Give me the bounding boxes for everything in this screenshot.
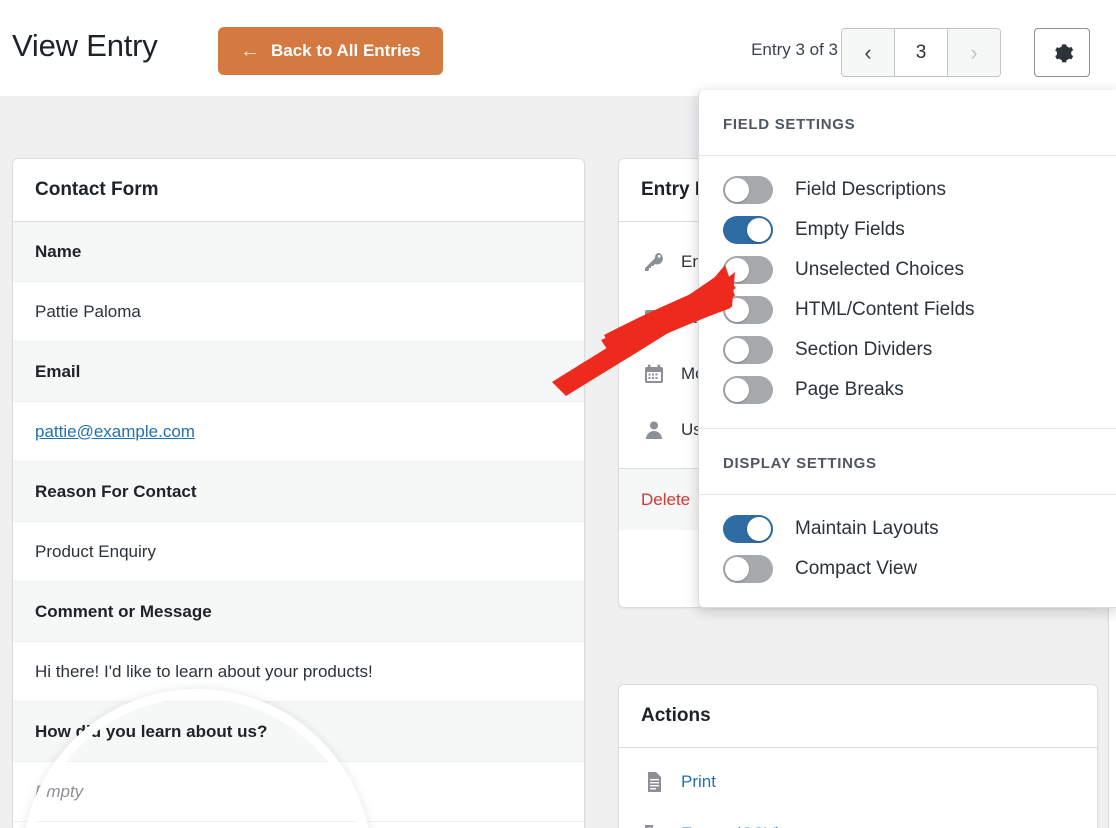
- toggle-maintain-layouts[interactable]: [723, 515, 773, 543]
- settings-gear-button[interactable]: [1034, 28, 1090, 77]
- barcode-icon: [641, 305, 667, 331]
- page-title: View Entry: [12, 28, 158, 64]
- toggle-label: Page Breaks: [795, 379, 904, 401]
- toggle-compact-view[interactable]: [723, 555, 773, 583]
- user-icon: [641, 417, 667, 443]
- display-settings-heading: DISPLAY SETTINGS: [699, 429, 1116, 495]
- entry-pagination: ‹ 3 ›: [841, 28, 1001, 77]
- field-label: Email: [13, 342, 584, 402]
- toggle-label: Compact View: [795, 558, 917, 580]
- field-label: Comment or Message: [13, 582, 584, 642]
- actions-card-header: Actions: [619, 685, 1097, 748]
- calendar-icon: [641, 361, 667, 387]
- export-icon: [641, 821, 667, 828]
- actions-card: Actions Print Export (CSV) Export (X: [618, 684, 1098, 828]
- toggle-section-dividers[interactable]: [723, 336, 773, 364]
- toggle-row-section-dividers[interactable]: Section Dividers: [699, 330, 1116, 370]
- field-value: Pattie Paloma: [13, 282, 584, 342]
- toggle-knob: [725, 178, 749, 202]
- entry-fields-card-header: Contact Form: [13, 159, 584, 222]
- field-settings-heading: FIELD SETTINGS: [699, 90, 1116, 156]
- action-label[interactable]: Export (CSV): [681, 824, 781, 828]
- toggle-row-compact-view[interactable]: Compact View: [699, 549, 1116, 589]
- toggle-knob: [725, 258, 749, 282]
- toggle-row-page-breaks[interactable]: Page Breaks: [699, 370, 1116, 410]
- toggle-row-empty-fields[interactable]: Empty Fields: [699, 210, 1116, 250]
- toggle-knob: [725, 557, 749, 581]
- toggle-unselected-choices[interactable]: [723, 256, 773, 284]
- toggle-row-field-descriptions[interactable]: Field Descriptions: [699, 170, 1116, 210]
- field-value: pattie@example.com: [13, 402, 584, 462]
- arrow-left-icon: ←: [240, 41, 260, 61]
- email-link[interactable]: pattie@example.com: [35, 422, 195, 442]
- toggle-empty-fields[interactable]: [723, 216, 773, 244]
- toggle-row-maintain-layouts[interactable]: Maintain Layouts: [699, 509, 1116, 549]
- toggle-knob: [725, 298, 749, 322]
- action-row-export-csv[interactable]: Export (CSV): [619, 808, 1097, 828]
- actions-title: Actions: [641, 705, 711, 727]
- toggle-knob: [725, 378, 749, 402]
- field-label: Name: [13, 222, 584, 282]
- back-button-label: Back to All Entries: [271, 41, 421, 61]
- entry-count-label: Entry 3 of 3: [751, 40, 838, 60]
- toggle-html-content-fields[interactable]: [723, 296, 773, 324]
- field-value-empty: Empty: [13, 762, 584, 822]
- field-label: Reason For Contact: [13, 462, 584, 522]
- toggle-label: Field Descriptions: [795, 179, 946, 201]
- toggle-label: Maintain Layouts: [795, 518, 939, 540]
- action-label[interactable]: Print: [681, 772, 716, 792]
- print-icon: [641, 769, 667, 795]
- form-name: Contact Form: [35, 179, 159, 201]
- toggle-label: Unselected Choices: [795, 259, 964, 281]
- back-to-all-entries-button[interactable]: ← Back to All Entries: [218, 27, 443, 75]
- key-icon: [641, 249, 667, 275]
- display-settings-group: Maintain Layouts Compact View: [699, 495, 1116, 607]
- delete-entry-link[interactable]: Delete: [641, 490, 690, 510]
- field-settings-group: Field Descriptions Empty Fields Unselect…: [699, 156, 1116, 428]
- toggle-knob: [747, 517, 771, 541]
- toggle-field-descriptions[interactable]: [723, 176, 773, 204]
- toggle-label: HTML/Content Fields: [795, 299, 975, 321]
- toggle-label: Empty Fields: [795, 219, 905, 241]
- toggle-label: Section Dividers: [795, 339, 932, 361]
- field-label: How did you learn about us?: [13, 702, 584, 762]
- field-value: Hi there! I'd like to learn about your p…: [13, 642, 584, 702]
- toggle-row-html-content-fields[interactable]: HTML/Content Fields: [699, 290, 1116, 330]
- entry-fields-card: Contact Form Name Pattie Paloma Email pa…: [12, 158, 585, 828]
- action-row-print[interactable]: Print: [619, 756, 1097, 808]
- toggle-page-breaks[interactable]: [723, 376, 773, 404]
- field-value: Product Enquiry: [13, 522, 584, 582]
- current-entry-number[interactable]: 3: [894, 29, 948, 76]
- toggle-row-unselected-choices[interactable]: Unselected Choices: [699, 250, 1116, 290]
- page-header: View Entry ← Back to All Entries Entry 3…: [0, 0, 1116, 96]
- field-settings-dropdown: FIELD SETTINGS Field Descriptions Empty …: [698, 90, 1116, 608]
- toggle-knob: [725, 338, 749, 362]
- gear-icon: [1049, 40, 1075, 66]
- toggle-knob: [747, 218, 771, 242]
- view-entry-page: View Entry ← Back to All Entries Entry 3…: [0, 0, 1116, 828]
- previous-entry-button[interactable]: ‹: [842, 29, 894, 76]
- next-entry-button[interactable]: ›: [948, 29, 1000, 76]
